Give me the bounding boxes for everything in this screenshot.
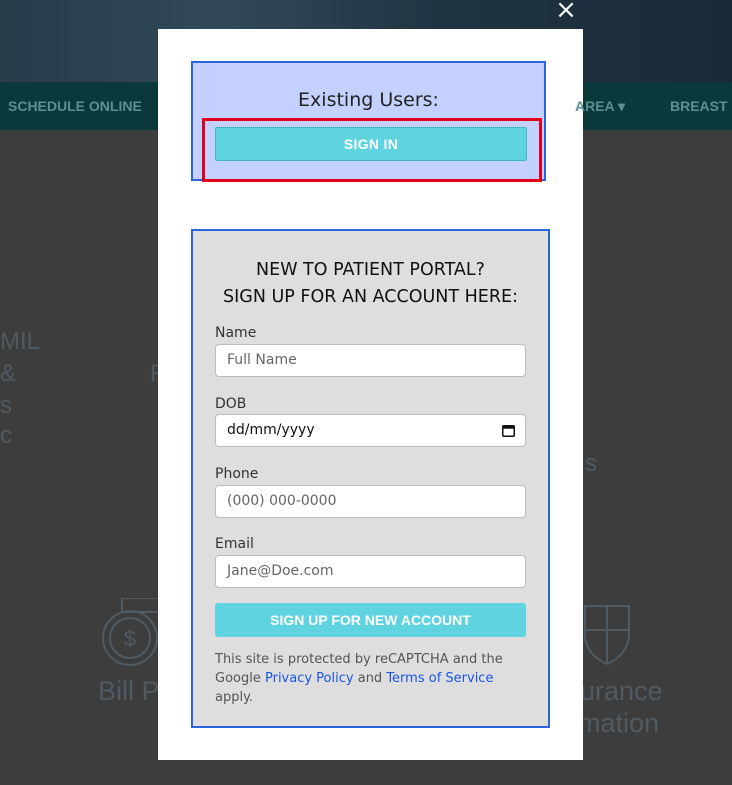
patient-portal-modal: Existing Users: SIGN IN NEW TO PATIENT P… bbox=[158, 29, 583, 760]
name-label: Name bbox=[215, 325, 257, 341]
dob-input[interactable]: dd/mm/yyyy bbox=[215, 414, 526, 447]
recaptcha-notice: This site is protected by reCAPTCHA and … bbox=[215, 650, 535, 707]
sign-up-new-account-button[interactable]: SIGN UP FOR NEW ACCOUNT bbox=[215, 603, 526, 637]
dob-label: DOB bbox=[215, 396, 247, 412]
new-account-title: NEW TO PATIENT PORTAL? SIGN UP FOR AN AC… bbox=[193, 257, 548, 311]
phone-label: Phone bbox=[215, 466, 259, 482]
terms-of-service-link[interactable]: Terms of Service bbox=[386, 671, 493, 686]
nav-item-area[interactable]: AREA ▾ bbox=[575, 98, 625, 115]
background-text: MIL bbox=[0, 328, 41, 355]
recaptcha-and-text: and bbox=[353, 671, 387, 686]
privacy-policy-link[interactable]: Privacy Policy bbox=[265, 671, 354, 686]
background-insurance-text: urance bbox=[580, 676, 663, 706]
existing-users-title: Existing Users: bbox=[298, 89, 439, 111]
new-account-title-line1: NEW TO PATIENT PORTAL? bbox=[256, 260, 485, 280]
sign-in-button[interactable]: SIGN IN bbox=[215, 127, 527, 161]
new-account-panel: NEW TO PATIENT PORTAL? SIGN UP FOR AN AC… bbox=[191, 229, 550, 728]
background-text: & bbox=[0, 360, 17, 387]
existing-users-panel: Existing Users: SIGN IN bbox=[191, 61, 546, 182]
svg-text:$: $ bbox=[124, 626, 136, 651]
email-input[interactable]: Jane@Doe.com bbox=[215, 555, 526, 588]
calendar-icon[interactable] bbox=[502, 424, 515, 437]
nav-item-schedule-online[interactable]: SCHEDULE ONLINE bbox=[8, 98, 142, 114]
new-account-title-line2: SIGN UP FOR AN ACCOUNT HERE: bbox=[223, 287, 518, 307]
close-icon[interactable]: × bbox=[554, 0, 578, 23]
background-text: s bbox=[585, 450, 597, 477]
dob-value: dd/mm/yyyy bbox=[227, 422, 315, 438]
phone-input[interactable]: (000) 000-0000 bbox=[215, 485, 526, 518]
name-input[interactable]: Full Name bbox=[215, 344, 526, 377]
background-information-text: mation bbox=[578, 708, 660, 738]
background-text: c bbox=[0, 422, 12, 449]
bill-pay-icon: $ bbox=[102, 598, 160, 666]
recaptcha-apply-text: apply. bbox=[215, 690, 254, 705]
insurance-shield-icon bbox=[584, 605, 630, 666]
background-text: s bbox=[0, 392, 12, 419]
email-label: Email bbox=[215, 536, 254, 552]
nav-item-breast[interactable]: BREAST C bbox=[670, 98, 732, 114]
